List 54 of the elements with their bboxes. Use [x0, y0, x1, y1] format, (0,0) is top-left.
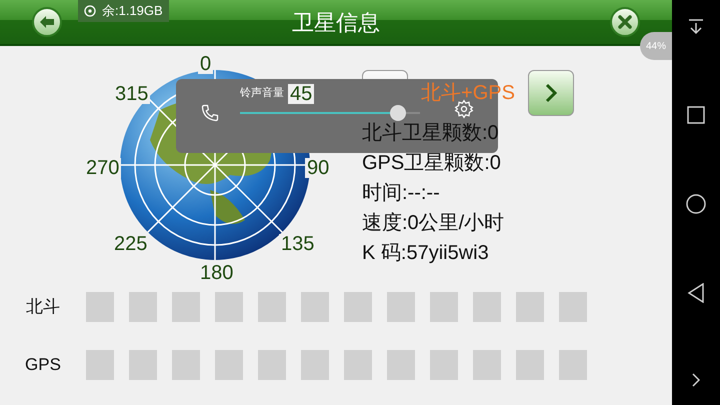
signal-slot [215, 350, 243, 380]
signal-slot [473, 350, 501, 380]
row-label: 北斗 [25, 296, 61, 318]
info-line: 时间:--:-- [362, 181, 441, 206]
home-icon[interactable] [686, 194, 706, 214]
chevron-right-icon [545, 83, 557, 103]
signal-slot [430, 350, 458, 380]
info-line: K 码:57yii5wi3 [362, 241, 490, 266]
signal-slot [387, 292, 415, 322]
signal-slot [387, 350, 415, 380]
signal-slot [301, 350, 329, 380]
signal-slot [344, 350, 372, 380]
signal-slot [559, 350, 587, 380]
chevron-right-icon[interactable] [692, 373, 700, 387]
signal-slot [430, 292, 458, 322]
volume-thumb[interactable] [390, 104, 406, 120]
back-arrow-icon [39, 15, 55, 29]
phone-icon [200, 103, 220, 123]
back-icon[interactable] [687, 283, 705, 304]
info-line: GPS卫星颗数:0 [362, 151, 502, 176]
signal-icon [84, 5, 96, 17]
signal-slot [301, 292, 329, 322]
signal-slot [172, 292, 200, 322]
signal-slot [86, 350, 114, 380]
info-line: 速度:0公里/小时 [362, 211, 506, 236]
storage-text: 余:1.19GB [102, 2, 163, 20]
back-button[interactable] [32, 7, 62, 37]
signal-slot [86, 292, 114, 322]
signal-slot [344, 292, 372, 322]
signal-slot [516, 350, 544, 380]
square-icon[interactable] [687, 106, 705, 124]
info-line: 北斗卫星颗数:0 [362, 121, 500, 146]
degree-label: 315 [113, 84, 150, 104]
battery-badge: 44% [640, 32, 672, 60]
degree-label: 45 [288, 84, 314, 104]
signal-slot [559, 292, 587, 322]
degree-label: 0 [198, 54, 214, 74]
signal-slot [129, 350, 157, 380]
signal-slot [129, 292, 157, 322]
row-label: GPS [24, 354, 62, 376]
close-button[interactable] [610, 7, 640, 37]
signal-slot [172, 350, 200, 380]
signal-slot [473, 292, 501, 322]
popup-title: 铃声音量 [240, 86, 284, 101]
signal-slot [258, 292, 286, 322]
next-button[interactable] [528, 70, 574, 116]
close-icon [618, 15, 632, 29]
window-title: 卫星信息 [292, 8, 380, 36]
signal-slot [215, 292, 243, 322]
arrow-down-to-line-icon[interactable] [687, 18, 705, 36]
degree-label: 90 [305, 158, 332, 178]
signal-slot [258, 350, 286, 380]
signal-slot [516, 292, 544, 322]
degree-label: 270 [84, 158, 122, 178]
